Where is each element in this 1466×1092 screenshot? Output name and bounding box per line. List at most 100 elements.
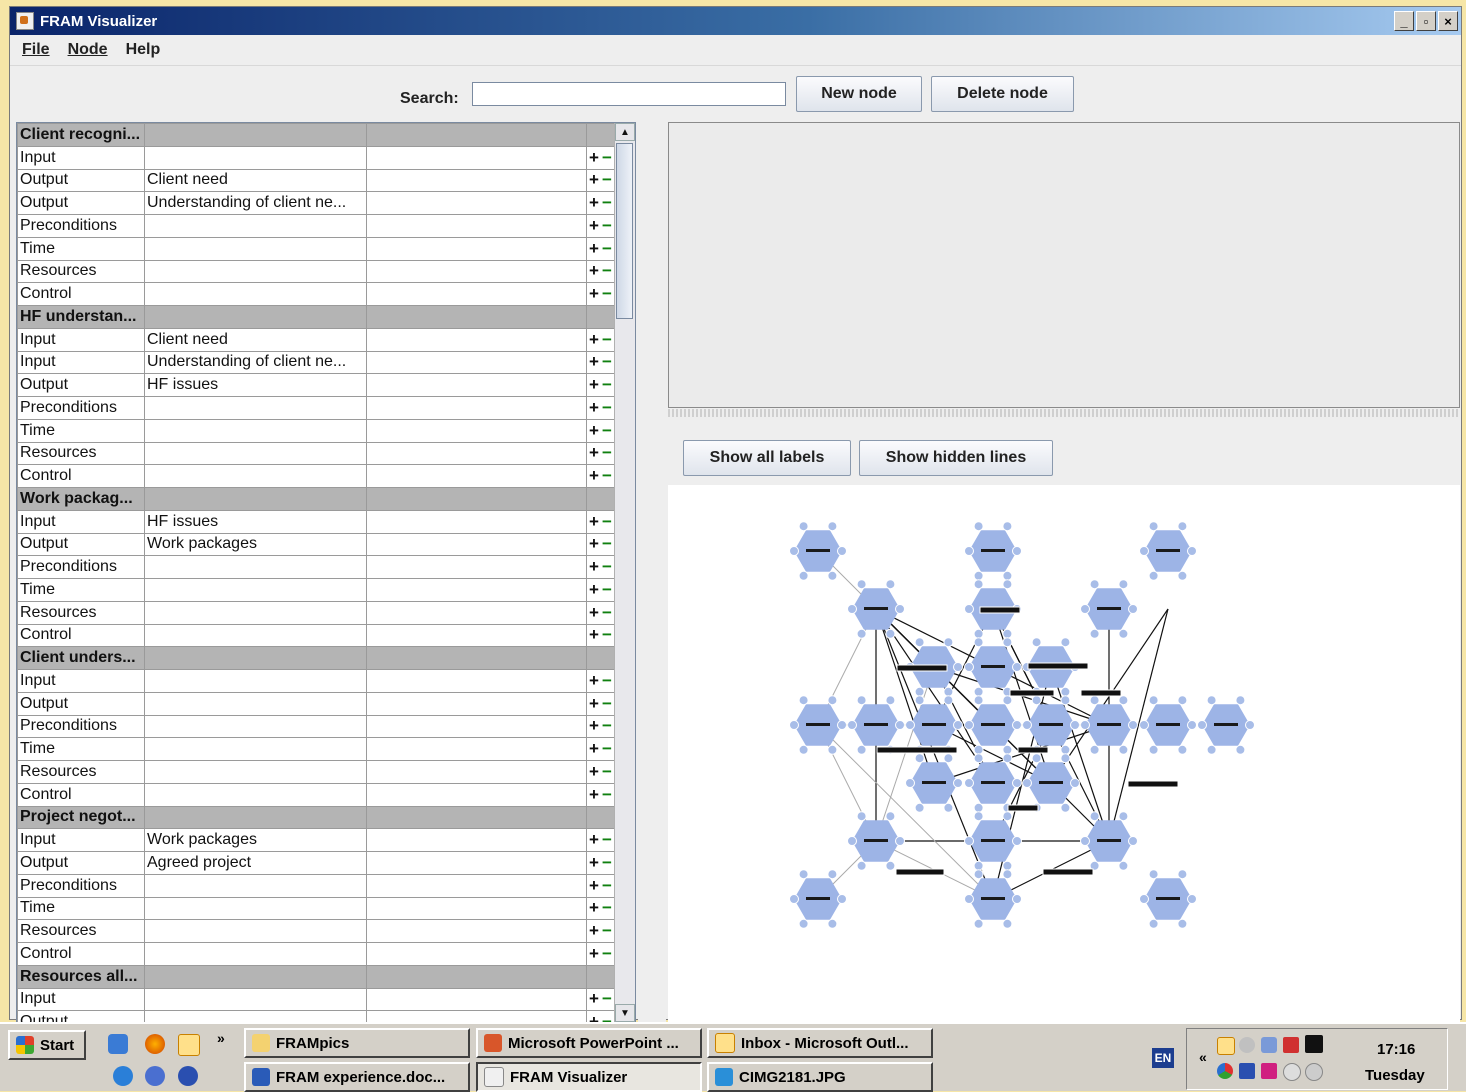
aspect-connector[interactable] — [973, 860, 984, 871]
aspect-connector[interactable] — [1089, 744, 1100, 755]
aspect-connector[interactable] — [1128, 836, 1138, 846]
fram-function-node[interactable] — [1139, 521, 1197, 581]
aspect-connector[interactable] — [964, 836, 974, 846]
aspect-connector[interactable] — [885, 628, 896, 639]
taskbar-button-frampics[interactable]: FRAMpics — [244, 1028, 470, 1058]
remove-aspect-icon[interactable]: − — [602, 830, 615, 849]
aspect-extra[interactable] — [366, 578, 587, 602]
aspect-value[interactable] — [144, 555, 367, 579]
remove-aspect-icon[interactable]: − — [602, 193, 615, 212]
aspect-connector[interactable] — [973, 521, 984, 532]
aspect-type[interactable]: Output — [17, 532, 145, 557]
aspect-extra[interactable] — [366, 509, 587, 534]
taskbar-button-powerpoint[interactable]: Microsoft PowerPoint ... — [476, 1028, 702, 1058]
remove-aspect-icon[interactable]: − — [602, 148, 615, 167]
aspect-connector[interactable] — [953, 778, 963, 788]
aspect-value[interactable] — [144, 896, 367, 921]
aspect-connector[interactable] — [973, 637, 984, 648]
fram-function-node[interactable] — [1139, 869, 1197, 929]
messenger-icon[interactable] — [145, 1066, 165, 1086]
aspect-type[interactable]: Control — [17, 623, 145, 648]
function-header-row[interactable]: Client unders... — [17, 646, 628, 670]
add-aspect-icon[interactable]: + — [589, 716, 602, 735]
aspect-value[interactable] — [144, 236, 367, 261]
aspect-type[interactable]: Control — [17, 464, 145, 488]
aspect-extra[interactable] — [366, 851, 587, 875]
aspect-connector[interactable] — [1080, 720, 1090, 730]
remove-aspect-icon[interactable]: − — [602, 898, 615, 917]
aspect-type[interactable]: Control — [17, 782, 145, 807]
aspect-connector[interactable] — [1118, 811, 1129, 822]
aspect-connector[interactable] — [1012, 836, 1022, 846]
aspect-type[interactable]: Time — [17, 737, 145, 761]
aspect-value[interactable]: Work packages — [144, 532, 367, 557]
aspect-extra[interactable] — [366, 942, 587, 966]
search-input[interactable] — [472, 82, 786, 106]
add-aspect-icon[interactable]: + — [589, 853, 602, 872]
fram-function-node[interactable] — [964, 637, 1022, 697]
aspect-connector[interactable] — [1002, 695, 1013, 706]
aspect-value[interactable] — [144, 214, 367, 238]
aspect-connector[interactable] — [973, 918, 984, 929]
scroll-down-icon[interactable]: ▼ — [615, 1004, 635, 1022]
add-aspect-icon[interactable]: + — [589, 352, 602, 371]
aspect-connector[interactable] — [1002, 521, 1013, 532]
aspect-type[interactable]: Time — [17, 236, 145, 261]
aspect-connector[interactable] — [1002, 744, 1013, 755]
taskbar-button-fram-visualizer[interactable]: FRAM Visualizer — [476, 1062, 702, 1092]
aspect-value[interactable] — [144, 782, 367, 807]
aspect-row[interactable]: Input +− — [17, 145, 628, 170]
aspect-value[interactable]: Understanding of client ne... — [144, 350, 367, 375]
add-aspect-icon[interactable]: + — [589, 216, 602, 235]
menu-node[interactable]: Node — [68, 41, 108, 59]
aspect-connector[interactable] — [1128, 604, 1138, 614]
aspect-connector[interactable] — [798, 869, 809, 880]
remove-aspect-icon[interactable]: − — [602, 398, 615, 417]
aspect-connector[interactable] — [895, 720, 905, 730]
aspect-connector[interactable] — [856, 811, 867, 822]
aspect-row[interactable]: Resources +− — [17, 919, 628, 943]
minimize-button[interactable]: _ — [1394, 11, 1414, 31]
aspect-connector[interactable] — [943, 695, 954, 706]
aspect-connector[interactable] — [973, 579, 984, 590]
aspect-connector[interactable] — [1002, 579, 1013, 590]
aspect-extra[interactable] — [366, 873, 587, 898]
aspect-connector[interactable] — [1002, 860, 1013, 871]
title-bar[interactable]: FRAM Visualizer _ ▫ × — [10, 7, 1461, 35]
aspect-value[interactable]: HF issues — [144, 509, 367, 534]
aspect-connector[interactable] — [827, 918, 838, 929]
aspect-row[interactable]: Control +− — [17, 942, 628, 966]
add-aspect-icon[interactable]: + — [589, 512, 602, 531]
fram-function-node[interactable] — [964, 753, 1022, 813]
aspect-row[interactable]: Time +− — [17, 578, 628, 602]
aspect-extra[interactable] — [366, 168, 587, 193]
aspect-row[interactable]: Output Agreed project +− — [17, 851, 628, 875]
menu-help[interactable]: Help — [126, 41, 161, 59]
function-header-row[interactable]: Work packag... — [17, 487, 628, 511]
aspect-row[interactable]: Output Client need +− — [17, 168, 628, 193]
aspect-connector[interactable] — [1012, 662, 1022, 672]
aspect-connector[interactable] — [1197, 720, 1207, 730]
aspect-value[interactable] — [144, 600, 367, 625]
language-indicator[interactable]: EN — [1152, 1048, 1174, 1068]
aspect-value[interactable] — [144, 987, 367, 1012]
mouse-tray-icon[interactable] — [1283, 1063, 1301, 1081]
aspect-connector[interactable] — [964, 720, 974, 730]
taskbar-button-word[interactable]: FRAM experience.doc... — [244, 1062, 470, 1092]
aspect-row[interactable]: Control +− — [17, 623, 628, 648]
aspect-type[interactable]: Preconditions — [17, 714, 145, 739]
aspect-connector[interactable] — [943, 802, 954, 813]
aspect-connector[interactable] — [1012, 894, 1022, 904]
aspect-row[interactable]: Input HF issues +− — [17, 509, 628, 534]
aspect-connector[interactable] — [1177, 521, 1188, 532]
aspect-extra[interactable] — [366, 214, 587, 238]
aspect-value[interactable] — [144, 669, 367, 693]
aspect-connector[interactable] — [798, 695, 809, 706]
aspect-row[interactable]: Output +− — [17, 691, 628, 716]
aspect-connector[interactable] — [1206, 695, 1217, 706]
aspect-type[interactable]: Output — [17, 373, 145, 397]
add-aspect-icon[interactable]: + — [589, 193, 602, 212]
add-aspect-icon[interactable]: + — [589, 170, 602, 189]
aspect-connector[interactable] — [1031, 753, 1042, 764]
remove-aspect-icon[interactable]: − — [602, 534, 615, 553]
